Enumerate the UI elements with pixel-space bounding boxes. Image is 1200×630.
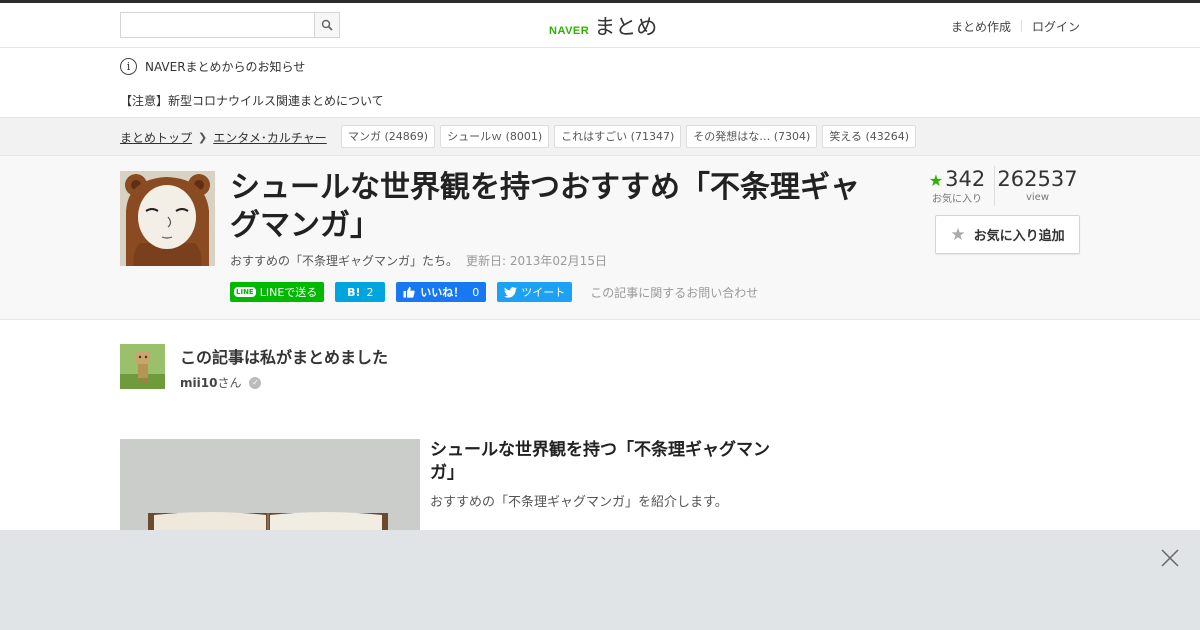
- tag-label: その発想はな…: [693, 130, 771, 143]
- author-heading: この記事は私がまとめました: [180, 348, 389, 367]
- notice-heading-text: NAVERまとめからのお知らせ: [145, 60, 306, 74]
- tweet-label: ツイート: [521, 286, 566, 299]
- tag-list: マンガ (24869) シュールｗ (8001) これはすごい (71347) …: [341, 125, 921, 148]
- chevron-right-icon: ❯: [198, 131, 208, 144]
- views-stat: 262537 view: [994, 166, 1080, 206]
- tag-label: 笑える: [829, 130, 862, 143]
- thumbs-up-icon: [403, 286, 415, 298]
- star-outline-icon: ★: [950, 224, 966, 245]
- bear-costume-illustration: [120, 171, 215, 266]
- hatena-icon: B!: [347, 285, 361, 299]
- favorites-count-row: ★342: [920, 166, 994, 194]
- notice-link[interactable]: 【注意】新型コロナウイルス関連まとめについて: [120, 92, 384, 109]
- tag-item[interactable]: これはすごい (71347): [554, 125, 682, 148]
- facebook-like-count: 0: [472, 285, 480, 299]
- danboard-avatar-image: [120, 344, 165, 389]
- tag-count: (71347): [630, 130, 675, 143]
- item-image[interactable]: [120, 439, 420, 539]
- favorites-count: 342: [945, 167, 986, 191]
- inquiry-link[interactable]: この記事に関するお問い合わせ: [590, 284, 758, 301]
- favorites-label: お気に入り: [932, 194, 982, 205]
- author-block: この記事は私がまとめました mii10 さん ✓: [120, 344, 520, 394]
- views-count: 262537: [997, 167, 1078, 191]
- article-header: シュールな世界観を持つおすすめ「不条理ギャグマンガ」 おすすめの「不条理ギャグマ…: [0, 156, 1200, 320]
- author-name-row: mii10 さん ✓: [180, 374, 262, 391]
- search-box: [120, 12, 340, 38]
- item-description: おすすめの「不条理ギャグマンガ」を紹介します。: [430, 495, 728, 510]
- article-thumbnail: [120, 171, 215, 266]
- tweet-button[interactable]: ツイート: [497, 282, 573, 302]
- close-ad-button[interactable]: [1160, 548, 1180, 568]
- line-share-label: LINEで送る: [259, 286, 318, 299]
- twitter-bird-icon: [504, 286, 518, 298]
- article-title: シュールな世界観を持つおすすめ「不条理ギャグマンガ」: [230, 170, 860, 243]
- verified-check-icon: ✓: [249, 376, 262, 389]
- facebook-like-label: いいね！: [420, 286, 465, 299]
- facebook-like-button[interactable]: いいね！ 0: [396, 282, 487, 302]
- breadcrumb-category[interactable]: エンタメ･カルチャー: [213, 129, 327, 146]
- breadcrumb: まとめトップ ❯ エンタメ･カルチャー: [120, 129, 327, 146]
- tag-label: シュールｗ: [447, 130, 503, 143]
- line-share-button[interactable]: LINE LINEで送る: [230, 282, 325, 302]
- tag-count: (8001): [505, 130, 543, 143]
- line-icon: LINE: [234, 287, 256, 297]
- tag-item[interactable]: その発想はな… (7304): [686, 125, 818, 148]
- add-favorite-button[interactable]: ★ お気に入り追加: [935, 215, 1080, 254]
- login-link[interactable]: ログイン: [1032, 18, 1080, 35]
- article-meta: おすすめの「不条理ギャグマンガ」たち。 更新日: 2013年02月15日: [230, 252, 607, 269]
- tag-item[interactable]: シュールｗ (8001): [440, 125, 550, 148]
- item-title[interactable]: シュールな世界観を持つ「不条理ギャグマンガ」: [430, 439, 770, 485]
- notice-heading: i NAVERまとめからのお知らせ: [120, 58, 305, 75]
- tag-item[interactable]: マンガ (24869): [341, 125, 436, 148]
- close-icon: [1161, 549, 1179, 567]
- author-name[interactable]: mii10: [180, 376, 217, 390]
- search-icon: [321, 19, 333, 31]
- breadcrumb-top[interactable]: まとめトップ: [120, 129, 192, 146]
- create-matome-link[interactable]: まとめ作成: [951, 18, 1011, 35]
- notice-section: i NAVERまとめからのお知らせ 【注意】新型コロナウイルス関連まとめについて: [0, 48, 1200, 118]
- tag-item[interactable]: 笑える (43264): [822, 125, 917, 148]
- views-label: view: [1025, 192, 1050, 203]
- author-suffix: さん: [217, 376, 242, 390]
- header-divider: [1020, 20, 1022, 32]
- tag-count: (24869): [384, 130, 429, 143]
- info-icon: i: [120, 58, 137, 75]
- header-links: まとめ作成 ログイン: [951, 18, 1080, 35]
- favorites-stat: ★342 お気に入り: [920, 166, 994, 206]
- site-header: NAVER まとめ まとめ作成 ログイン: [0, 3, 1200, 48]
- tag-count: (7304): [773, 130, 811, 143]
- add-favorite-label: お気に入り追加: [973, 229, 1065, 244]
- tag-label: これはすごい: [561, 130, 628, 143]
- tag-label: マンガ: [348, 130, 381, 143]
- hatena-count: 2: [366, 285, 374, 299]
- search-button[interactable]: [314, 13, 339, 37]
- author-avatar[interactable]: [120, 344, 165, 389]
- updated-date: 更新日: 2013年02月15日: [466, 254, 607, 268]
- article-description: おすすめの「不条理ギャグマンガ」たち。: [230, 254, 459, 268]
- hatena-bookmark-button[interactable]: B! 2: [335, 282, 386, 302]
- share-buttons: LINE LINEで送る B! 2 いいね！ 0 ツイート この記事に関するお問…: [230, 282, 758, 302]
- breadcrumb-bar: まとめトップ ❯ エンタメ･カルチャー マンガ (24869) シュールｗ (8…: [0, 118, 1200, 156]
- ad-banner: [0, 530, 1200, 630]
- star-icon: ★: [928, 171, 944, 190]
- tag-count: (43264): [865, 130, 910, 143]
- article-stats: ★342 お気に入り 262537 view: [920, 166, 1080, 206]
- open-book-image: [120, 439, 420, 539]
- search-input[interactable]: [121, 13, 314, 37]
- logo-naver-text: NAVER: [549, 25, 590, 37]
- naver-matome-logo[interactable]: NAVER まとめ: [549, 11, 657, 41]
- logo-matome-text: まとめ: [594, 15, 658, 39]
